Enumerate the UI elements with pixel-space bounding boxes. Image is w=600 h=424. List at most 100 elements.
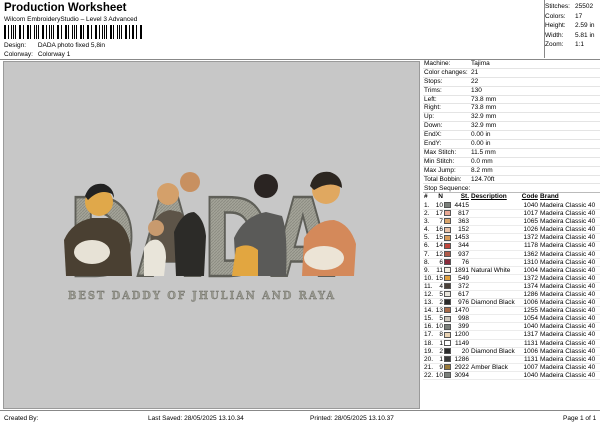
row-stitches: 399 [458,323,469,331]
summary-row-height: Height: 2.59 in [545,21,600,31]
row-swatch [444,283,453,290]
row-swatch [444,372,453,379]
row-description [471,275,520,282]
barcode-bar [103,25,105,39]
stop-sequence-row[interactable]: 3. 7 363 1065 Madeira Classic 40 [423,218,600,227]
row-needle: 1 [439,355,443,363]
barcode-bar [118,25,120,39]
row-code: 1286 [523,291,538,298]
row-brand: Madeira Classic 40 [540,363,596,371]
stop-sequence-row[interactable]: 18. 1 1149 1131 Madeira Classic 40 [423,340,600,348]
row-index: 11. [424,282,433,290]
stop-sequence-row[interactable]: 9. 11 1891 Natural White 1004 Madeira Classic… [423,267,600,275]
design-preview[interactable]: DADA BEST DADDY OF JHULI [3,61,420,409]
row-code: 1007 [523,363,538,371]
row-swatch [444,250,453,258]
machine-info-key: Up: [424,113,435,121]
embroidery-artwork: DADA BEST DADDY OF JHULI [64,171,356,303]
row-needle: 4 [439,282,443,290]
row-description: Natural White [471,266,511,274]
stop-sequence-row[interactable]: 5. 15 1453 1372 Madeira Classic 40 [423,234,600,243]
stop-sequence-row[interactable]: 7. 12 937 1362 Madeira Classic 40 [423,251,600,259]
machine-info-key: Machine: [424,60,451,67]
stop-sequence-row[interactable]: 15. 5 998 1054 Madeira Classic 40 [423,315,600,324]
stop-sequence-row[interactable]: 2. 17 817 1017 Madeira Classic 40 [423,210,600,219]
row-brand: Madeira Classic 40 [540,299,596,307]
stop-sequence-row[interactable]: 20. 1 1286 1131 Madeira Classic 40 [423,356,600,364]
machine-info-value: 73.8 mm [471,104,497,112]
row-index: 6. [424,242,430,250]
row-code: 1026 [523,226,538,234]
machine-info-row: Left: 73.8 mm [423,96,600,105]
machine-info-row: Min Stitch: 0.0 mm [423,158,600,167]
stop-sequence-row[interactable]: 6. 14 344 1178 Madeira Classic 40 [423,242,600,251]
row-needle: 17 [435,210,443,218]
stop-sequence-row[interactable]: 21. 9 2922 Amber Black 1007 Madeira Classic 4… [423,364,600,372]
stop-sequence-row[interactable]: 8. 6 76 1310 Madeira Classic 40 [423,259,600,267]
row-needle: 8 [439,331,443,339]
color-swatch [444,283,451,290]
design-barcode [4,25,144,39]
row-brand: Madeira Classic 40 [540,347,596,355]
machine-info-key: EndX: [424,131,442,139]
machine-info-row: Color changes: 21 [423,69,600,78]
row-needle: 2 [439,347,443,355]
row-stitches: 976 [458,299,469,307]
machine-info-value: 11.5 mm [471,148,496,156]
row-needle: 9 [439,363,443,371]
stop-sequence-row[interactable]: 19. 2 20 Diamond Black 1006 Madeira Classic 4… [423,348,600,356]
summary-row-zoom: Zoom: 1:1 [545,40,600,50]
row-description: Diamond Black [471,299,515,307]
colorway-label: Colorway: [4,51,33,58]
stop-sequence-row[interactable]: 16. 10 399 1040 Madeira Classic 40 [423,323,600,332]
design-tagline: BEST DADDY OF JHULIAN AND RAYA [68,288,336,302]
stop-sequence-row[interactable]: 1. 10 4415 1040 Madeira Classic 40 [423,201,600,211]
row-code: 1040 [523,201,538,209]
stop-sequence-row[interactable]: 13. 2 976 Diamond Black 1006 Madeira Classic … [423,299,600,308]
row-description [471,331,520,338]
row-stitches: 152 [458,226,469,234]
stop-sequence-row[interactable]: 12. 5 617 1286 Madeira Classic 40 [423,291,600,300]
machine-info-row: Up: 32.9 mm [423,113,600,123]
row-needle: 5 [439,291,443,298]
machine-info-row: EndY: 0.00 in [423,140,600,149]
col-index: # [424,193,428,201]
barcode-bar [90,25,92,39]
row-brand: Madeira Classic 40 [540,315,596,323]
row-index: 4. [424,226,430,234]
barcode-bar [141,25,142,39]
col-brand: Brand [540,193,559,201]
stop-sequence-row[interactable]: 10. 15 549 1372 Madeira Classic 40 [423,275,600,283]
row-brand: Madeira Classic 40 [540,339,596,347]
stop-sequence-row[interactable]: 22. 10 3094 1040 Madeira Classic 40 [423,371,600,381]
row-stitches: 817 [458,210,469,218]
row-description [471,234,520,241]
row-stitches: 617 [458,291,469,298]
row-description: Diamond Black [471,347,515,355]
printed-date: Printed: 28/05/2025 13.10.37 [310,415,394,422]
stop-sequence-row[interactable]: 11. 4 372 1374 Madeira Classic 40 [423,283,600,291]
barcode-bar [33,25,35,39]
machine-info-value: Tajima [471,60,490,67]
stop-sequence-header: # N St. Description Code Brand [423,193,600,202]
stop-sequence-row[interactable]: 17. 8 1200 1317 Madeira Classic 40 [423,331,600,340]
row-description [471,202,520,209]
row-code: 1374 [523,282,538,290]
row-index: 17. [424,331,434,339]
row-swatch [444,356,453,363]
row-index: 13. [424,299,434,307]
machine-info-row: Max Stitch: 11.5 mm [423,149,600,158]
row-stitches: 4415 [454,201,469,209]
stop-sequence-row[interactable]: 14. 13 1470 1255 Madeira Classic 40 [423,307,600,316]
stop-sequence-row[interactable]: 4. 16 152 1026 Madeira Classic 40 [423,226,600,235]
row-brand: Madeira Classic 40 [540,201,596,209]
row-swatch [444,234,453,241]
machine-info-key: Right: [424,104,441,112]
summary-key: Stitches: [545,3,570,10]
row-index: 20. [424,355,434,363]
design-label: Design: [4,42,27,49]
row-code: 1040 [523,371,538,379]
row-index: 5. [424,234,430,242]
row-index: 10. [424,274,434,282]
figure-dad-third-head [254,174,278,198]
